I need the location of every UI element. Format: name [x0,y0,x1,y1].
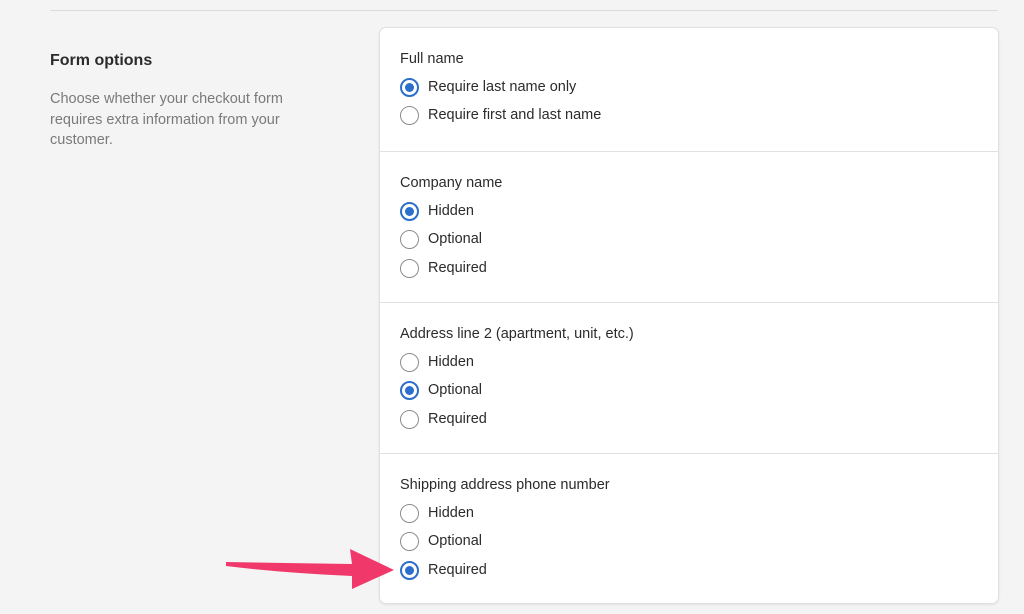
option-label: Required [428,562,487,578]
option-label: Required [428,411,487,427]
radio-unchecked-icon[interactable] [400,531,419,551]
option-label: Require first and last name [428,107,602,123]
company-name-option-optional[interactable]: Optional [400,228,482,250]
group-label: Shipping address phone number [400,477,610,493]
radio-checked-icon[interactable] [400,77,419,97]
radio-unchecked-icon[interactable] [400,258,419,278]
full-name-option-first-and-last[interactable]: Require first and last name [400,104,601,126]
address-line-2-group: Address line 2 (apartment, unit, etc.) H… [380,302,998,453]
option-label: Hidden [428,203,474,219]
address-line-2-option-optional[interactable]: Optional [400,379,482,401]
company-name-option-required[interactable]: Required [400,257,487,279]
radio-unchecked-icon[interactable] [400,229,419,249]
radio-unchecked-icon[interactable] [400,409,419,429]
radio-unchecked-icon[interactable] [400,503,419,523]
full-name-option-last-only[interactable]: Require last name only [400,76,576,98]
option-label: Optional [428,533,483,549]
group-label: Full name [400,51,464,67]
radio-unchecked-icon[interactable] [400,352,419,372]
option-label: Optional [428,382,483,398]
form-options-card: Full name Require last name only Require… [379,27,999,604]
option-label: Required [428,260,487,276]
shipping-phone-option-hidden[interactable]: Hidden [400,502,474,524]
group-label: Address line 2 (apartment, unit, etc.) [400,326,634,342]
checkout-settings-page: Form options Choose whether your checkou… [0,0,1024,614]
section-description: Choose whether your checkout form requir… [50,91,283,148]
option-label: Hidden [428,354,474,370]
section-info: Form options Choose whether your checkou… [50,50,320,151]
option-label: Require last name only [428,79,577,95]
company-name-option-hidden[interactable]: Hidden [400,200,474,222]
shipping-phone-group: Shipping address phone number Hidden Opt… [380,453,998,603]
section-title: Form options [50,52,153,69]
full-name-group: Full name Require last name only Require… [380,28,998,151]
radio-checked-icon[interactable] [400,560,419,580]
group-label: Company name [400,175,503,191]
address-line-2-option-hidden[interactable]: Hidden [400,351,474,373]
option-label: Optional [428,231,483,247]
address-line-2-option-required[interactable]: Required [400,408,487,430]
option-label: Hidden [428,505,474,521]
radio-unchecked-icon[interactable] [400,105,419,125]
radio-checked-icon[interactable] [400,380,419,400]
company-name-group: Company name Hidden Optional Required [380,151,998,302]
shipping-phone-option-optional[interactable]: Optional [400,530,482,552]
shipping-phone-option-required[interactable]: Required [400,559,487,581]
pointer-arrow-icon [226,549,394,589]
radio-checked-icon[interactable] [400,201,419,221]
top-divider [50,10,998,11]
